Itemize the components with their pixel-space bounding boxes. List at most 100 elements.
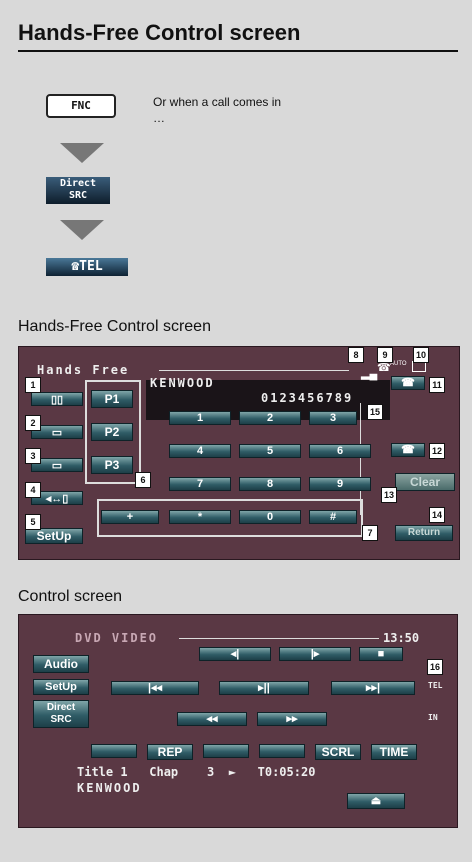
preset-p3[interactable]: P3 <box>91 456 133 474</box>
slow-forward-icon: |▸ <box>310 648 320 660</box>
key-6[interactable]: 6 <box>309 444 371 458</box>
tel-key: ☎TEL <box>46 258 128 276</box>
src-label: SRC <box>50 714 72 725</box>
stop-icon: ■ <box>377 648 385 660</box>
control-caption: Control screen <box>18 588 123 605</box>
title-rule <box>18 50 458 52</box>
clear-button[interactable]: Clear <box>395 473 455 491</box>
callout-4: 4 <box>25 482 41 498</box>
slow-reverse-icon: ◂| <box>230 648 240 660</box>
call-button[interactable]: ☎ <box>391 376 425 390</box>
phone-hangup-icon: ☎ <box>401 444 415 456</box>
callout-1: 1 <box>25 377 41 393</box>
playback-status: Title 1 Chap 3 ► T0:05:20 <box>77 765 316 779</box>
key-9[interactable]: 9 <box>309 477 371 491</box>
source-line <box>179 638 379 639</box>
handsfree-title: Hands Free <box>37 363 130 377</box>
call-note: Or when a call comes in … <box>153 95 282 125</box>
key-2[interactable]: 2 <box>239 411 301 425</box>
preset-p2[interactable]: P2 <box>91 423 133 441</box>
handsfree-panel: Hands Free KENWOOD 0123456789 ▂▄ ☎ AUTO … <box>18 346 460 560</box>
slow-reverse-button[interactable]: ◂| <box>199 647 271 661</box>
callout-9: 9 <box>377 347 393 363</box>
rewind-icon: ◂◂ <box>206 713 218 725</box>
callout-16: 16 <box>427 659 443 675</box>
display-name: KENWOOD <box>150 376 215 390</box>
callout-13: 13 <box>381 487 397 503</box>
audio-button[interactable]: Audio <box>33 655 89 673</box>
setup-button[interactable]: SetUp <box>33 679 89 695</box>
callout-6: 6 <box>135 472 151 488</box>
next-button[interactable]: ▸▸| <box>331 681 415 695</box>
key-5[interactable]: 5 <box>239 444 301 458</box>
play-pause-icon: ▸|| <box>258 682 270 694</box>
callout-8: 8 <box>348 347 364 363</box>
blank-button-3[interactable] <box>259 744 305 758</box>
phonebook-icon: ▯▯ <box>50 394 64 406</box>
callout-14: 14 <box>429 507 445 523</box>
callout-15: 15 <box>367 404 383 420</box>
keypad-connector <box>360 403 361 515</box>
rep-button[interactable]: REP <box>147 744 193 760</box>
key-plus[interactable]: + <box>101 510 159 524</box>
display-number: 0123456789 <box>261 391 354 405</box>
scrl-button[interactable]: SCRL <box>315 744 361 760</box>
control-panel: DVD VIDEO 13:50 Audio SetUp Direct SRC ◂… <box>18 614 458 828</box>
handsfree-caption: Hands-Free Control screen <box>18 318 211 335</box>
key-hash[interactable]: # <box>309 510 357 524</box>
title-line <box>159 370 349 371</box>
callout-10: 10 <box>413 347 429 363</box>
outgoing-icon: ▭ <box>51 427 63 439</box>
key-0[interactable]: 0 <box>239 510 301 524</box>
direct-src-key: Direct SRC <box>46 177 110 204</box>
fast-forward-button[interactable]: ▸▸ <box>257 712 327 726</box>
stop-button[interactable]: ■ <box>359 647 403 661</box>
callout-5: 5 <box>25 514 41 530</box>
direct-src-line1: Direct <box>59 178 97 189</box>
down-arrow-icon <box>60 143 104 163</box>
playback-title: KENWOOD <box>77 781 142 795</box>
key-8[interactable]: 8 <box>239 477 301 491</box>
callout-11: 11 <box>429 377 445 393</box>
preset-p1[interactable]: P1 <box>91 390 133 408</box>
callout-7: 7 <box>362 525 378 541</box>
clock: 13:50 <box>383 631 420 645</box>
eject-icon: ⏏ <box>370 795 382 807</box>
key-1[interactable]: 1 <box>169 411 231 425</box>
setup-button[interactable]: SetUp <box>25 528 83 544</box>
voice-switch-icon: ◂↔▯ <box>45 493 69 505</box>
fnc-key: FNC <box>46 94 116 118</box>
play-pause-button[interactable]: ▸|| <box>219 681 309 695</box>
callout-12: 12 <box>429 443 445 459</box>
blank-button-2[interactable] <box>203 744 249 758</box>
direct-src-button[interactable]: Direct SRC <box>33 700 89 728</box>
next-icon: ▸▸| <box>365 682 381 694</box>
antenna-icon: ▂▄ <box>361 368 378 380</box>
phone-icon: ☎ <box>401 377 415 389</box>
tel-indicator: TEL <box>428 681 443 690</box>
incoming-icon: ▭ <box>51 460 63 472</box>
key-star[interactable]: * <box>169 510 231 524</box>
direct-label: Direct <box>46 702 76 713</box>
rewind-button[interactable]: ◂◂ <box>177 712 247 726</box>
callout-3: 3 <box>25 448 41 464</box>
callout-2: 2 <box>25 415 41 431</box>
hangup-button[interactable]: ☎ <box>391 443 425 457</box>
fast-forward-icon: ▸▸ <box>286 713 298 725</box>
source-label: DVD VIDEO <box>75 631 159 645</box>
eject-button[interactable]: ⏏ <box>347 793 405 809</box>
direct-src-line2: SRC <box>68 190 88 201</box>
time-button[interactable]: TIME <box>371 744 417 760</box>
previous-icon: |◂◂ <box>147 682 163 694</box>
return-button[interactable]: Return <box>395 525 453 541</box>
key-7[interactable]: 7 <box>169 477 231 491</box>
slow-forward-button[interactable]: |▸ <box>279 647 351 661</box>
blank-button-1[interactable] <box>91 744 137 758</box>
key-4[interactable]: 4 <box>169 444 231 458</box>
previous-button[interactable]: |◂◂ <box>111 681 199 695</box>
page-title: Hands-Free Control screen <box>18 20 301 45</box>
key-3[interactable]: 3 <box>309 411 357 425</box>
in-indicator: IN <box>428 713 438 722</box>
down-arrow-icon <box>60 220 104 240</box>
phonebook-button[interactable]: ▯▯ <box>31 392 83 406</box>
